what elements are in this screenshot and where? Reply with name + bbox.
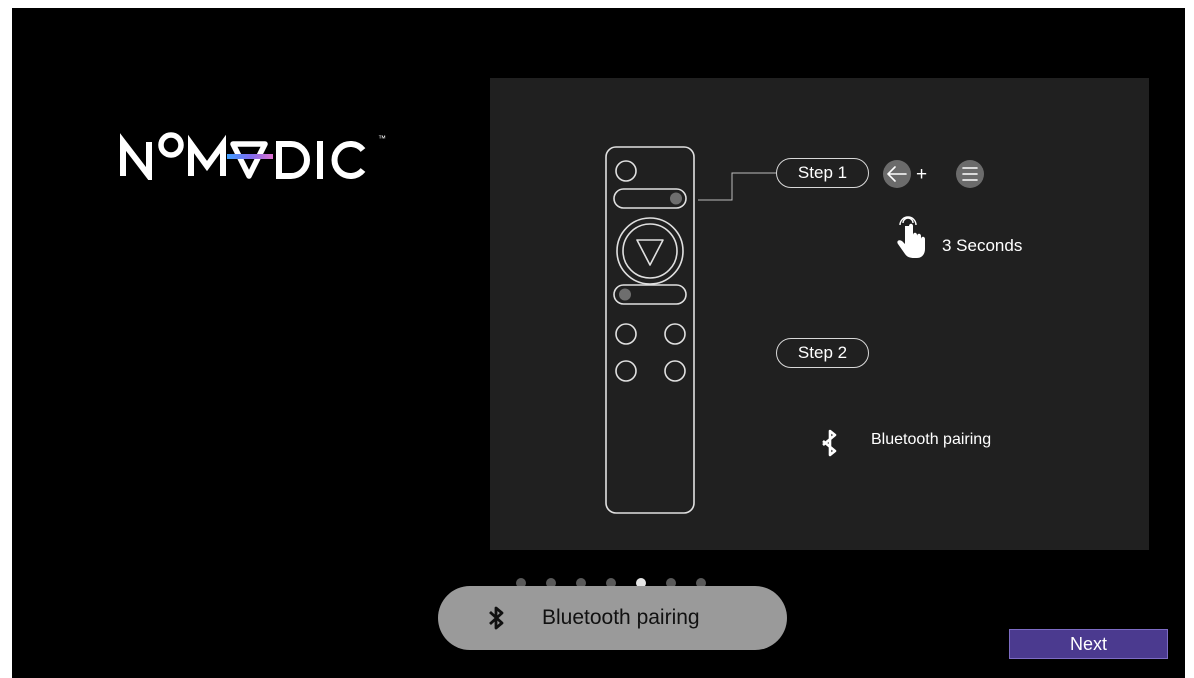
step-1-badge: Step 1	[776, 158, 869, 188]
bluetooth-toast: Bluetooth pairing	[438, 586, 787, 650]
toast-label: Bluetooth pairing	[542, 606, 700, 629]
trademark-symbol: ™	[378, 134, 386, 143]
hand-tap-icon	[897, 216, 925, 258]
remote-illustration	[605, 146, 984, 514]
menu-icon	[956, 160, 984, 188]
bluetooth-icon	[822, 429, 837, 457]
nomadic-logo	[119, 128, 384, 185]
tv-screen: ™ Step 1 + 3 Seconds Step 2 Bluetooth pa…	[12, 8, 1185, 678]
next-button[interactable]: Next	[1009, 629, 1168, 659]
step-2-badge: Step 2	[776, 338, 869, 368]
back-arrow-icon	[883, 160, 911, 188]
step-2-action-text: Bluetooth pairing	[871, 431, 992, 448]
hold-duration-text: 3 Seconds	[942, 236, 1023, 255]
plus-sign: +	[916, 164, 928, 185]
bluetooth-icon	[489, 606, 504, 630]
instruction-panel: Step 1 + 3 Seconds Step 2 Bluetooth pair…	[490, 78, 1149, 550]
